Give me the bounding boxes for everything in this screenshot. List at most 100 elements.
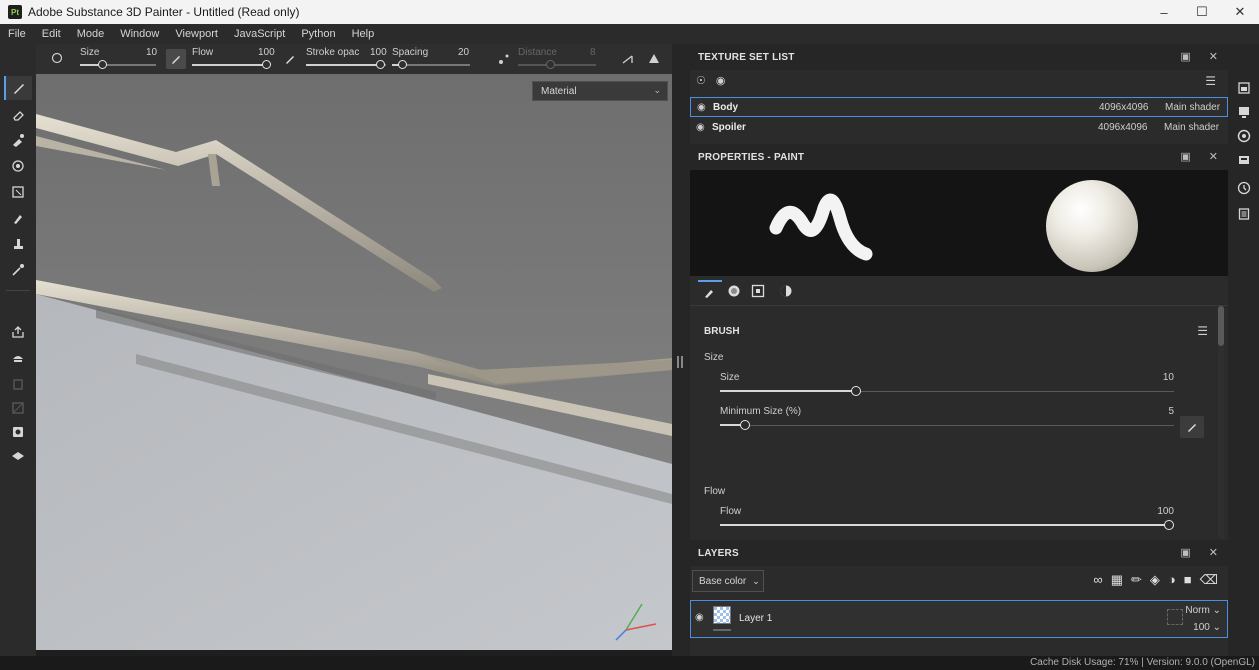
eye-icon[interactable]: ◉: [695, 612, 704, 623]
properties-scrollbar[interactable]: [1218, 306, 1224, 538]
close-panel-icon[interactable]: ✕: [1209, 546, 1218, 559]
screenshot-icon[interactable]: [4, 420, 32, 444]
texture-set-row[interactable]: ◉ Body 4096x4096 Main shader: [690, 97, 1228, 117]
viewer-settings-icon[interactable]: [1234, 150, 1254, 170]
add-folder-icon[interactable]: ■: [1184, 572, 1192, 588]
stroke-opacity-knob[interactable]: [376, 60, 385, 69]
projection-tool-icon[interactable]: [4, 128, 32, 152]
lazy-mouse-icon[interactable]: [496, 51, 512, 67]
export-icon[interactable]: [4, 320, 32, 344]
layer-name[interactable]: Layer 1: [739, 613, 772, 624]
3d-viewport[interactable]: u: [36, 74, 672, 650]
minimize-button[interactable]: –: [1145, 0, 1183, 24]
menu-edit[interactable]: Edit: [42, 28, 61, 40]
pen-pressure-button[interactable]: [1180, 416, 1204, 438]
polygon-fill-icon[interactable]: [4, 180, 32, 204]
texture-set-shader[interactable]: Main shader: [1165, 102, 1220, 113]
iray-icon[interactable]: [4, 444, 32, 468]
brush-flow-knob[interactable]: [1164, 520, 1174, 530]
eye-icon[interactable]: ◉: [696, 122, 708, 133]
flow-knob[interactable]: [262, 60, 271, 69]
visibility-settings-icon[interactable]: ☉: [696, 74, 706, 87]
channel-select[interactable]: Base color ⌄: [692, 570, 764, 592]
layer-opacity-select[interactable]: 100 ⌄: [1193, 622, 1221, 633]
min-size-track: [720, 425, 1174, 426]
blend-mode-select[interactable]: Norm ⌄: [1185, 605, 1221, 616]
eye-icon[interactable]: ◉: [716, 74, 726, 87]
material-tab-icon[interactable]: [774, 280, 798, 302]
eraser-tool-icon[interactable]: [4, 102, 32, 126]
menu-help[interactable]: Help: [352, 28, 375, 40]
size-knob[interactable]: [98, 60, 107, 69]
menu-window[interactable]: Window: [120, 28, 159, 40]
stencil-tab-icon[interactable]: [746, 280, 770, 302]
min-size-slider[interactable]: Minimum Size (%) 5: [720, 406, 1174, 440]
bake-icon[interactable]: [4, 346, 32, 370]
brush-menu-icon[interactable]: ☰: [1197, 324, 1208, 338]
texture-set-row[interactable]: ◉ Spoiler 4096x4096 Main shader: [690, 117, 1228, 137]
distance-value: 8: [590, 47, 596, 58]
texture-set-settings-icon[interactable]: [1234, 78, 1254, 98]
layer-row[interactable]: ◉ Layer 1 Norm ⌄ 100 ⌄: [690, 600, 1228, 638]
alpha-tab-icon[interactable]: [722, 280, 746, 302]
maximize-button[interactable]: ☐: [1183, 0, 1221, 24]
menu-javascript[interactable]: JavaScript: [234, 28, 285, 40]
mirror-icon[interactable]: [646, 51, 662, 67]
add-paint-layer-icon[interactable]: ✏: [1131, 572, 1142, 588]
shader-settings-icon[interactable]: [1234, 126, 1254, 146]
log-icon[interactable]: [1234, 204, 1254, 224]
blend-mode-value: Norm: [1185, 605, 1210, 616]
scrollbar-thumb[interactable]: [1218, 306, 1224, 346]
distance-slider: Distance 8: [518, 47, 596, 71]
panel-splitter[interactable]: [672, 44, 690, 656]
layer-mask-slot[interactable]: [1167, 609, 1183, 625]
stroke-opacity-slider[interactable]: Stroke opac 100: [306, 47, 387, 71]
chevron-down-icon: ⌄: [653, 85, 661, 95]
color-picker-icon[interactable]: [4, 258, 32, 282]
history-icon[interactable]: [1234, 178, 1254, 198]
texture-set-shader[interactable]: Main shader: [1164, 122, 1219, 133]
eye-icon[interactable]: ◉: [697, 102, 709, 113]
menu-python[interactable]: Python: [301, 28, 335, 40]
brush-flow-slider[interactable]: Flow 100: [720, 506, 1174, 538]
pen-pressure-flow-icon[interactable]: [282, 51, 298, 67]
float-panel-icon[interactable]: ▣: [1180, 150, 1190, 163]
stroke-opacity-value: 100: [370, 47, 387, 58]
distance-label: Distance: [518, 47, 557, 58]
close-window-button[interactable]: ✕: [1221, 0, 1259, 24]
texture-set-menu-icon[interactable]: ☰: [1205, 74, 1216, 88]
smudge-tool-icon[interactable]: [4, 206, 32, 230]
brush-size-knob[interactable]: [851, 386, 861, 396]
menu-viewport[interactable]: Viewport: [175, 28, 218, 40]
flow-slider[interactable]: Flow 100: [192, 47, 275, 71]
display-settings-icon[interactable]: [1234, 102, 1254, 122]
spacing-slider[interactable]: Spacing 20: [392, 47, 470, 71]
close-panel-icon[interactable]: ✕: [1209, 50, 1218, 63]
add-mask-icon[interactable]: ▦: [1111, 572, 1123, 588]
symmetry-icon[interactable]: [620, 51, 636, 67]
paint-brush-tool-icon[interactable]: [4, 76, 32, 100]
flow-group-label: Flow: [704, 486, 726, 497]
splitter-grip-icon[interactable]: [677, 356, 685, 368]
window-title: Adobe Substance 3D Painter - Untitled (R…: [28, 5, 300, 19]
size-label: Size: [80, 47, 100, 58]
close-panel-icon[interactable]: ✕: [1209, 150, 1218, 163]
viewport-mode-select[interactable]: Material ⌄: [532, 81, 668, 101]
clone-tool-icon[interactable]: [4, 232, 32, 256]
brush-tab-icon[interactable]: [698, 280, 722, 302]
add-effect-icon[interactable]: ∞: [1093, 572, 1102, 588]
spacing-knob[interactable]: [398, 60, 407, 69]
min-size-knob[interactable]: [740, 420, 750, 430]
add-smart-material-icon[interactable]: ◑: [1168, 572, 1176, 588]
delete-layer-icon[interactable]: ⌫: [1200, 572, 1218, 588]
float-panel-icon[interactable]: ▣: [1180, 50, 1190, 63]
add-fill-layer-icon[interactable]: ◈: [1150, 572, 1160, 588]
pen-pressure-size-icon[interactable]: [166, 49, 186, 69]
menu-file[interactable]: File: [8, 28, 26, 40]
brush-shape-icon[interactable]: [50, 51, 66, 67]
brush-size-slider[interactable]: Size 10: [720, 372, 1174, 406]
menu-mode[interactable]: Mode: [77, 28, 105, 40]
float-panel-icon[interactable]: ▣: [1180, 546, 1190, 559]
size-slider[interactable]: Size 10: [80, 47, 157, 71]
geometry-mask-icon[interactable]: [4, 154, 32, 178]
